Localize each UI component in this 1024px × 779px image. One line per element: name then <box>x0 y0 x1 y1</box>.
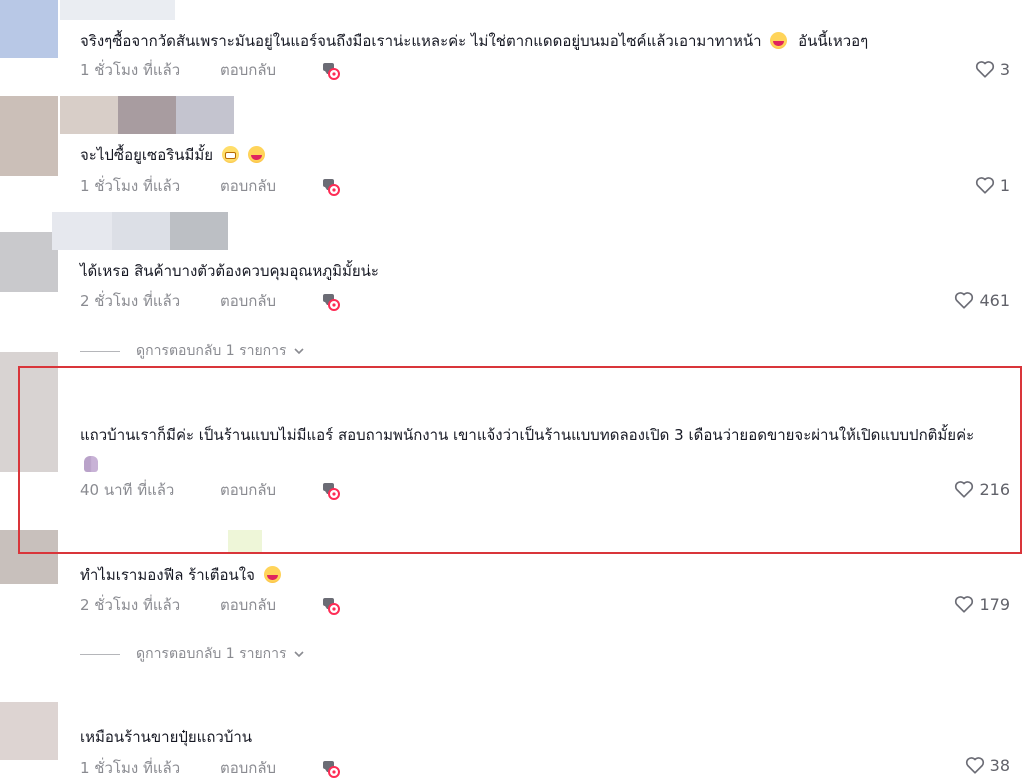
divider-line <box>80 350 120 352</box>
username-blur <box>118 96 176 134</box>
heart-outline-icon <box>955 292 974 309</box>
create-video-icon[interactable] <box>320 175 342 197</box>
comment-time: 1 ชั่วโมง ที่แล้ว <box>80 61 181 79</box>
comment-text: จริงๆซื้อจากวัดสันเพราะมันอยู่ในแอร์จนถึ… <box>80 26 868 56</box>
comment-time: 1 ชั่วโมง ที่แล้ว <box>80 759 181 777</box>
avatar-blur <box>0 232 58 292</box>
comment-meta: 1 ชั่วโมง ที่แล้ว ตอบกลับ <box>80 58 342 82</box>
comment-text: ทำไมเรามองฟีล ร้าเตือนใจ <box>80 560 281 590</box>
like-count: 179 <box>979 594 1010 614</box>
comment-time: 1 ชั่วโมง ที่แล้ว <box>80 177 181 195</box>
avatar-blur <box>0 96 58 176</box>
comment-text: ได้เหรอ สินค้าบางตัวต้องควบคุมอุณหภูมิมั… <box>80 256 379 286</box>
heart-outline-icon <box>955 596 974 613</box>
create-video-icon[interactable] <box>320 757 342 779</box>
comment-meta: 2 ชั่วโมง ที่แล้ว ตอบกลับ <box>80 593 342 617</box>
chevron-down-icon <box>293 348 304 355</box>
comment-text: จะไปซื้อยูเซอรินมีมั้ย <box>80 140 265 170</box>
avatar-blur <box>0 702 58 760</box>
heart-outline-icon <box>975 61 994 78</box>
create-video-icon[interactable] <box>320 59 342 81</box>
chevron-down-icon <box>293 651 304 658</box>
comment-body: จริงๆซื้อจากวัดสันเพราะมันอยู่ในแอร์จนถึ… <box>80 32 762 50</box>
reply-button[interactable]: ตอบกลับ <box>220 756 320 779</box>
laughing-emoji-icon <box>770 32 788 49</box>
comment-body: ได้เหรอ สินค้าบางตัวต้องควบคุมอุณหภูมิมั… <box>80 262 379 280</box>
reply-button[interactable]: ตอบกลับ <box>220 58 320 82</box>
create-video-icon[interactable] <box>320 290 342 312</box>
comment-body: จะไปซื้อยูเซอรินมีมั้ย <box>80 146 214 164</box>
highlight-box <box>18 366 1022 554</box>
comment-meta: 1 ชั่วโมง ที่แล้ว ตอบกลับ <box>80 174 342 198</box>
reply-button[interactable]: ตอบกลับ <box>220 593 320 617</box>
create-video-icon[interactable] <box>320 594 342 616</box>
username-blur <box>60 0 175 20</box>
view-replies-label: ดูการตอบกลับ 1 รายการ <box>136 646 287 662</box>
view-replies-label: ดูการตอบกลับ 1 รายการ <box>136 343 287 359</box>
comment-body: เหมือนร้านขายปุ๋ยแถวบ้าน <box>80 728 253 746</box>
like-button[interactable]: 179 <box>953 593 1010 615</box>
comment-time: 2 ชั่วโมง ที่แล้ว <box>80 292 181 310</box>
grinning-emoji-icon <box>221 146 239 163</box>
comment-body-tail: อันนี้เหวอๆ <box>798 32 869 50</box>
comment-meta: 2 ชั่วโมง ที่แล้ว ตอบกลับ <box>80 289 342 313</box>
like-count: 38 <box>989 755 1010 775</box>
avatar-blur <box>0 0 58 58</box>
view-replies-button[interactable]: ดูการตอบกลับ 1 รายการ <box>80 643 305 665</box>
like-count: 3 <box>999 59 1010 79</box>
laughing-emoji-icon <box>247 146 265 163</box>
comment-text: เหมือนร้านขายปุ๋ยแถวบ้าน <box>80 722 252 752</box>
comment-time: 2 ชั่วโมง ที่แล้ว <box>80 596 181 614</box>
laughing-emoji-icon <box>263 566 281 583</box>
reply-button[interactable]: ตอบกลับ <box>220 174 320 198</box>
view-replies-button[interactable]: ดูการตอบกลับ 1 รายการ <box>80 340 305 362</box>
like-count: 1 <box>999 175 1010 195</box>
reply-button[interactable]: ตอบกลับ <box>220 289 320 313</box>
username-blur <box>176 96 234 134</box>
like-button[interactable]: 1 <box>974 174 1010 196</box>
username-blur <box>112 212 170 250</box>
like-button[interactable]: 3 <box>974 58 1010 80</box>
comment-meta: 1 ชั่วโมง ที่แล้ว ตอบกลับ <box>80 756 342 779</box>
divider-line <box>80 653 120 655</box>
username-blur <box>52 212 112 250</box>
heart-outline-icon <box>975 177 994 194</box>
username-blur <box>60 96 118 134</box>
username-blur <box>170 212 228 250</box>
like-button[interactable]: 38 <box>964 754 1010 776</box>
like-button[interactable]: 461 <box>953 289 1010 311</box>
heart-outline-icon <box>965 757 984 774</box>
comment-body: ทำไมเรามองฟีล ร้าเตือนใจ <box>80 566 255 584</box>
like-count: 461 <box>979 290 1010 310</box>
